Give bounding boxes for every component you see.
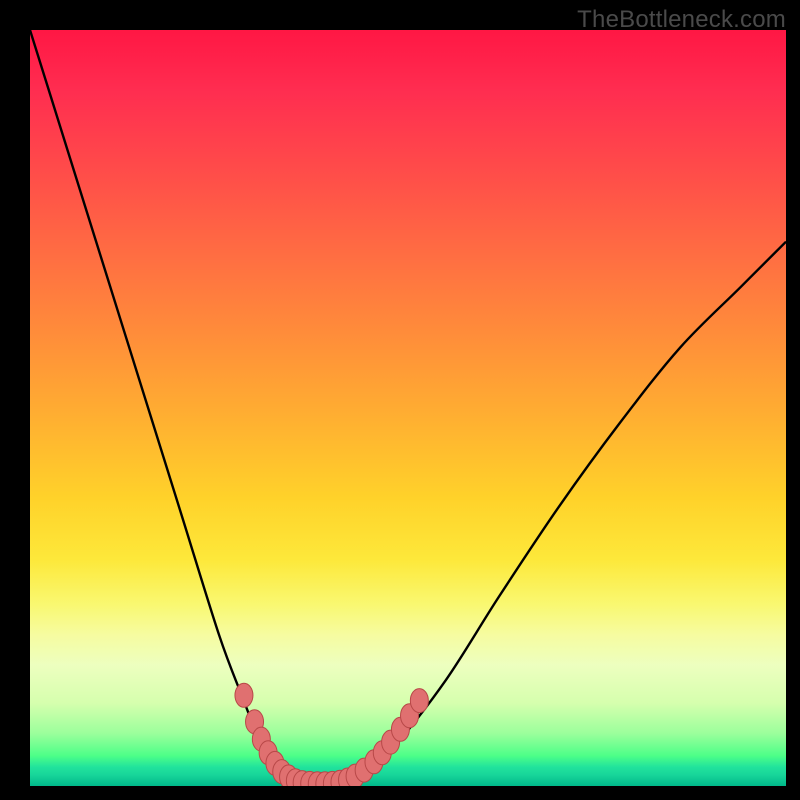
plot-area — [30, 30, 786, 786]
marker-group — [235, 683, 428, 786]
watermark-text: TheBottleneck.com — [577, 6, 786, 34]
bottleneck-curve — [30, 30, 786, 784]
curve-marker — [235, 683, 253, 707]
chart-svg — [30, 30, 786, 786]
curve-marker — [410, 689, 428, 713]
